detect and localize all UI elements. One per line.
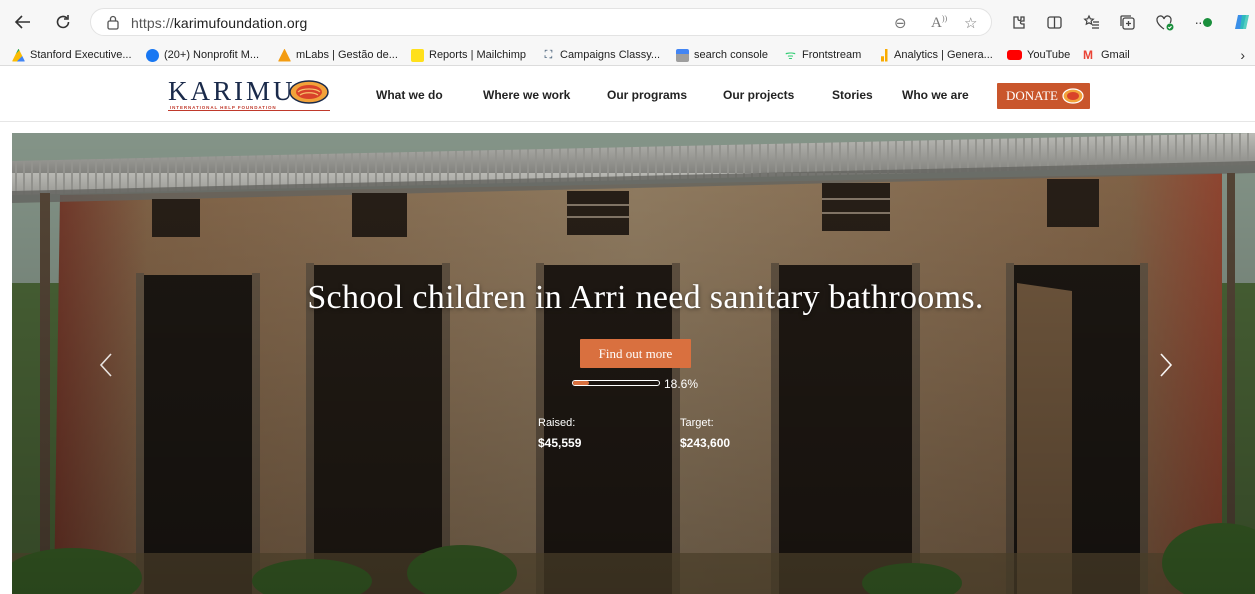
hero-banner: School children in Arri need sanitary ba… [12, 133, 1255, 594]
frontstream-icon: ᯤ [785, 47, 796, 62]
find-out-more-button[interactable]: Find out more [580, 339, 691, 368]
target-value: $243,600 [680, 436, 731, 450]
bookmark-mlabs[interactable]: mLabs | Gestão de... [278, 47, 398, 63]
logo-mark-icon [289, 80, 329, 104]
bookmark-stanford[interactable]: Stanford Executive... [12, 47, 132, 63]
target-label: Target: [680, 417, 714, 429]
bookmark-facebook[interactable]: (20+) Nonprofit M... [146, 47, 259, 63]
stanford-icon [12, 48, 25, 62]
more-icon[interactable]: ·· [1190, 12, 1216, 32]
favorite-icon[interactable]: ☆ [964, 14, 977, 32]
zoom-icon[interactable]: ⊖ [894, 14, 907, 32]
lock-icon[interactable] [106, 15, 120, 30]
funding-progress-fill [573, 381, 589, 385]
analytics-icon [876, 48, 889, 62]
mailchimp-icon [411, 48, 424, 62]
chevron-right-icon[interactable]: › [1240, 47, 1245, 63]
nav-our-projects[interactable]: Our projects [723, 67, 794, 122]
bookmark-gmail[interactable]: M Gmail [1083, 47, 1130, 63]
donate-logo-icon [1062, 88, 1084, 104]
gmail-icon: M [1083, 47, 1093, 62]
funding-progress-percent: 18.6% [664, 377, 699, 391]
split-screen-icon[interactable] [1044, 12, 1064, 32]
copilot-icon[interactable] [1232, 12, 1252, 32]
bookmark-classy[interactable]: ⛶ Campaigns Classy... [542, 47, 660, 63]
nav-where-we-work[interactable]: Where we work [483, 67, 570, 122]
bookmark-youtube[interactable]: YouTube [1007, 47, 1070, 63]
nav-stories[interactable]: Stories [832, 67, 873, 122]
back-icon[interactable] [12, 11, 34, 33]
logo-underline [168, 110, 330, 111]
classy-icon: ⛶ [544, 48, 553, 61]
carousel-prev-icon[interactable] [96, 351, 118, 379]
site-logo[interactable]: KARIMU INTERNATIONAL HELP FOUNDATION [168, 77, 340, 111]
bookmark-frontstream[interactable]: ᯤ Frontstream [784, 47, 861, 63]
refresh-icon[interactable] [52, 11, 74, 33]
raised-value: $45,559 [538, 436, 582, 450]
bookmark-search-console[interactable]: search console [676, 47, 768, 63]
browser-essentials-icon[interactable] [1154, 12, 1174, 32]
bookmark-analytics[interactable]: Analytics | Genera... [876, 47, 993, 63]
search-console-icon [676, 48, 689, 62]
funding-progress-bar [572, 380, 660, 386]
nav-our-programs[interactable]: Our programs [607, 67, 687, 122]
donate-button[interactable]: DONATE [997, 83, 1090, 109]
logo-text: KARIMU [168, 76, 296, 106]
facebook-icon [146, 48, 159, 62]
site-header: KARIMU INTERNATIONAL HELP FOUNDATION Wha… [0, 67, 1255, 122]
carousel-next-icon[interactable] [1154, 351, 1176, 379]
favorites-bar-icon[interactable] [1081, 12, 1101, 32]
hero-title: School children in Arri need sanitary ba… [307, 279, 984, 316]
raised-label: Raised: [538, 417, 576, 429]
extensions-icon[interactable] [1008, 12, 1028, 32]
youtube-icon [1007, 50, 1022, 60]
read-aloud-icon[interactable]: A)) [931, 14, 947, 32]
collections-icon[interactable] [1117, 12, 1137, 32]
browser-toolbar: https://karimufoundation.org ⊖ A)) ☆ ·· [0, 0, 1255, 44]
url-text[interactable]: https://karimufoundation.org [131, 15, 307, 31]
address-bar[interactable]: https://karimufoundation.org ⊖ A)) ☆ [90, 8, 992, 36]
nav-what-we-do[interactable]: What we do [376, 67, 443, 122]
bookmark-mailchimp[interactable]: Reports | Mailchimp [411, 47, 526, 63]
nav-who-we-are[interactable]: Who we are [902, 67, 969, 122]
mlabs-icon [278, 48, 291, 62]
bookmarks-bar: Stanford Executive... (20+) Nonprofit M.… [0, 44, 1255, 66]
